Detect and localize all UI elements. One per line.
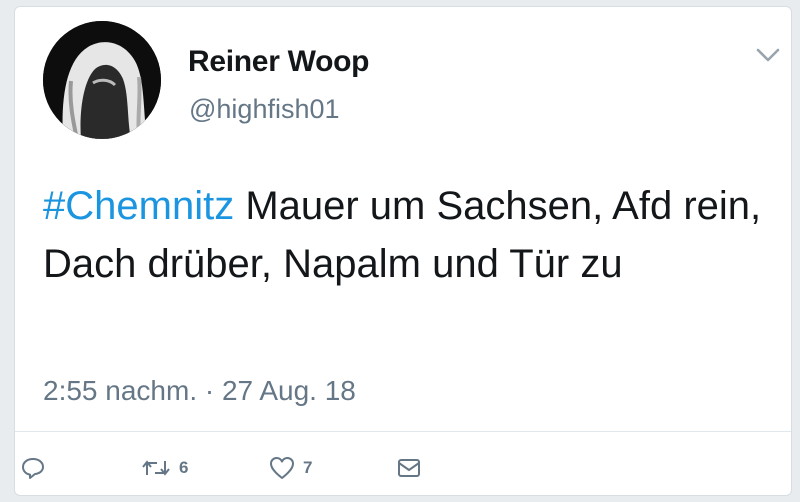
action-bar: 6 7 [15,451,791,485]
like-count: 7 [303,458,313,477]
envelope-icon [397,458,421,478]
retweet-button[interactable]: 6 [141,451,188,485]
avatar[interactable] [43,21,161,139]
retweet-icon [141,457,171,479]
direct-message-button[interactable] [397,451,421,485]
chevron-down-icon[interactable] [755,45,781,65]
reply-icon [21,457,45,479]
tweet-card: Reiner Woop @highfish01 #Chemnitz Mauer … [14,6,792,496]
tweet-text: #Chemnitz Mauer um Sachsen, Afd rein, Da… [43,177,783,293]
heart-icon [269,456,295,480]
hashtag-link[interactable]: #Chemnitz [43,184,234,228]
divider [15,431,791,432]
author-handle[interactable]: @highfish01 [189,94,340,125]
retweet-count: 6 [179,458,189,477]
timestamp[interactable]: 2:55 nachm. · 27 Aug. 18 [43,375,356,407]
like-button[interactable]: 7 [269,451,312,485]
author-name[interactable]: Reiner Woop [188,45,369,79]
reply-button[interactable] [21,451,45,485]
